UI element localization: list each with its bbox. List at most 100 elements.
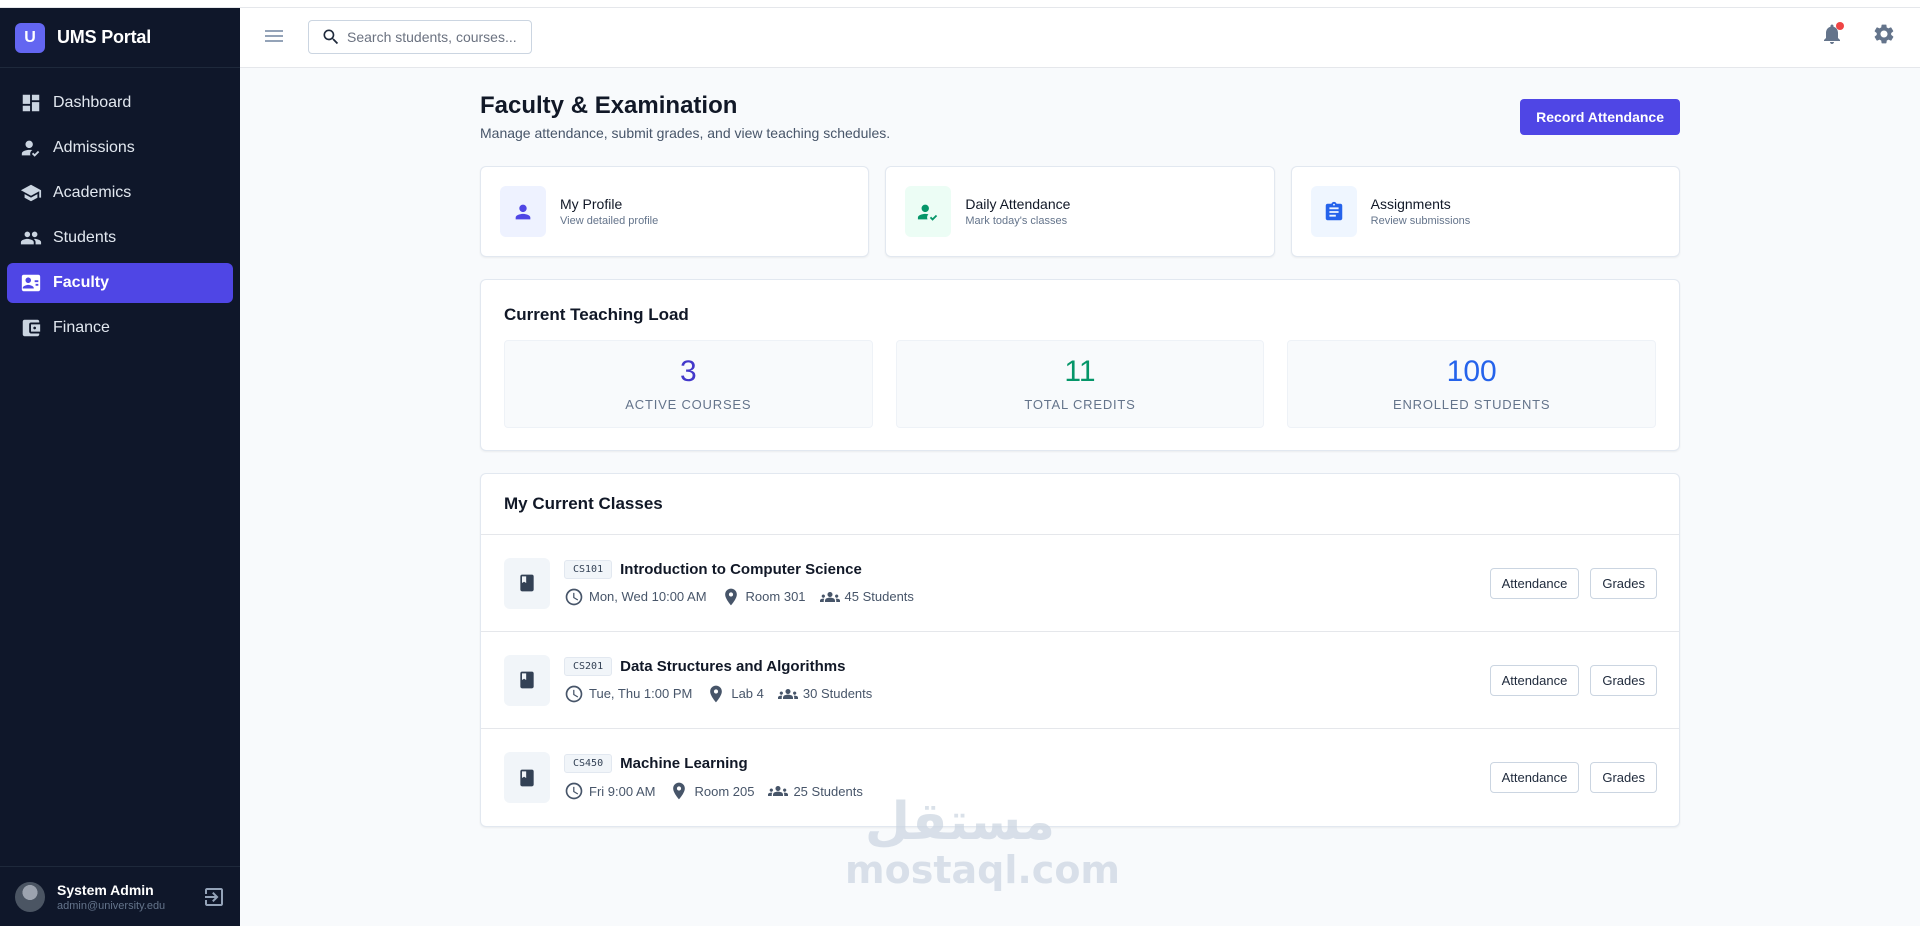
daily-attendance-card[interactable]: Daily Attendance Mark today's classes [885,166,1275,257]
clock-icon [565,685,583,702]
class-meta: Mon, Wed 10:00 AM Room 301 45 Students [564,587,928,607]
grades-button[interactable]: Grades [1590,568,1657,599]
admissions-icon [20,137,42,159]
clock-icon [565,588,583,605]
sidebar-item-label: Dashboard [53,94,132,111]
room-text: Lab 4 [731,686,764,701]
grades-button[interactable]: Grades [1590,762,1657,793]
page-title: Faculty & Examination [480,92,738,119]
page-subtitle: Manage attendance, submit grades, and vi… [480,125,891,141]
finance-icon [20,317,42,339]
students-icon [20,227,42,249]
stat-value: 3 [679,355,697,388]
top-header [240,8,1920,68]
search-input[interactable] [347,29,517,45]
sidebar-item-academics[interactable]: Academics [7,173,233,213]
gear-icon[interactable] [1872,22,1896,46]
quick-card-subtitle: Review submissions [1370,215,1471,227]
attendance-button[interactable]: Attendance [1489,665,1580,696]
search-box[interactable] [308,20,532,54]
class-students: 30 Students [777,684,872,704]
person-icon [500,186,546,237]
assignments-text: Assignments Review submissions [1371,196,1471,227]
schedule-text: Fri 9:00 AM [589,783,656,799]
quick-card-subtitle: Mark today's classes [965,215,1068,227]
brand-logo: U [15,22,45,53]
class-students: 45 Students [819,587,914,607]
course-name: Introduction to Computer Science [620,560,862,578]
quick-card-title: Daily Attendance [965,196,1071,212]
row-actions: Attendance Grades [1489,762,1657,793]
class-schedule: Fri 9:00 AM [564,781,655,801]
sidebar-item-admissions[interactable]: Admissions [7,128,233,168]
class-row: CS201 Data Structures and Algorithms Tue… [481,632,1679,729]
sidebar-item-label: Academics [53,184,132,201]
notification-bell-icon[interactable] [1820,22,1844,46]
stat-active-courses: 3 ACTIVE COURSES [504,340,873,428]
sidebar-item-finance[interactable]: Finance [7,308,233,348]
sidebar-item-label: Students [53,229,117,246]
watermark-latin: mostaql.com [845,848,1121,892]
stat-label: ACTIVE COURSES [625,397,752,412]
my-profile-text: My Profile View detailed profile [560,196,658,227]
class-title-line: CS450 Machine Learning [564,754,877,773]
sidebar-item-label: Admissions [53,139,135,156]
quick-card-title: Assignments [1370,196,1451,212]
clock-icon [565,782,583,800]
room-text: Room 301 [745,589,806,604]
top-border [0,0,1920,8]
user-email: admin@university.edu [57,899,166,912]
attendance-button[interactable]: Attendance [1489,762,1580,793]
course-code-badge: CS101 [564,559,613,579]
teaching-load-title: Current Teaching Load [504,305,689,324]
location-pin-icon [724,588,737,605]
class-meta: Fri 9:00 AM Room 205 25 Students [564,781,877,801]
schedule-text: Tue, Thu 1:00 PM [589,686,693,701]
daily-attendance-text: Daily Attendance Mark today's classes [965,196,1070,227]
sidebar-item-dashboard[interactable]: Dashboard [7,83,233,123]
room-text: Room 205 [694,783,755,799]
watermark: مستقل mostaql.com [845,792,1121,892]
user-panel: System Admin admin@university.edu [0,866,240,926]
location-pin-icon [710,685,723,702]
my-profile-card[interactable]: My Profile View detailed profile [480,166,870,257]
menu-icon[interactable] [262,24,286,48]
academics-icon [20,182,42,204]
course-code-badge: CS450 [564,754,613,773]
avatar[interactable] [15,881,45,912]
stat-enrolled-students: 100 ENROLLED STUDENTS [1287,340,1657,428]
row-actions: Attendance Grades [1489,568,1657,599]
stat-value: 100 [1446,355,1497,388]
notification-dot [1836,22,1844,30]
brand[interactable]: U UMS Portal [0,8,240,68]
classes-title: My Current Classes [504,494,663,513]
record-attendance-button[interactable]: Record Attendance [1520,99,1680,135]
class-meta: Tue, Thu 1:00 PM Lab 4 30 Students [564,684,886,704]
sidebar-item-faculty[interactable]: Faculty [7,263,233,303]
quick-card-subtitle: View detailed profile [560,215,659,227]
page-header: Faculty & Examination Manage attendance,… [480,68,1680,166]
current-classes-panel: My Current Classes CS101 Introduction to… [480,473,1680,827]
class-row: CS101 Introduction to Computer Science M… [481,535,1679,632]
assignments-card[interactable]: Assignments Review submissions [1290,166,1680,257]
stat-value: 11 [1064,355,1096,388]
attendance-button[interactable]: Attendance [1489,568,1580,599]
logout-icon[interactable] [202,885,226,909]
class-info: CS201 Data Structures and Algorithms Tue… [564,656,886,704]
class-schedule: Mon, Wed 10:00 AM [564,587,707,607]
grades-button[interactable]: Grades [1590,665,1657,696]
stat-label: ENROLLED STUDENTS [1393,397,1551,412]
class-room: Room 205 [669,781,754,801]
sidebar-item-students[interactable]: Students [7,218,233,258]
course-code-badge: CS201 [564,656,613,676]
watermark-arabic: مستقل [864,792,1056,852]
group-icon [768,786,789,796]
class-row: CS450 Machine Learning Fri 9:00 AM Room … [481,729,1679,826]
schedule-text: Mon, Wed 10:00 AM [589,589,707,604]
faculty-icon [20,272,42,294]
user-info: System Admin admin@university.edu [57,882,202,912]
group-icon [777,688,798,699]
class-schedule: Tue, Thu 1:00 PM [564,684,692,704]
sidebar-item-label: Finance [53,319,110,336]
clipboard-icon [1310,186,1357,237]
